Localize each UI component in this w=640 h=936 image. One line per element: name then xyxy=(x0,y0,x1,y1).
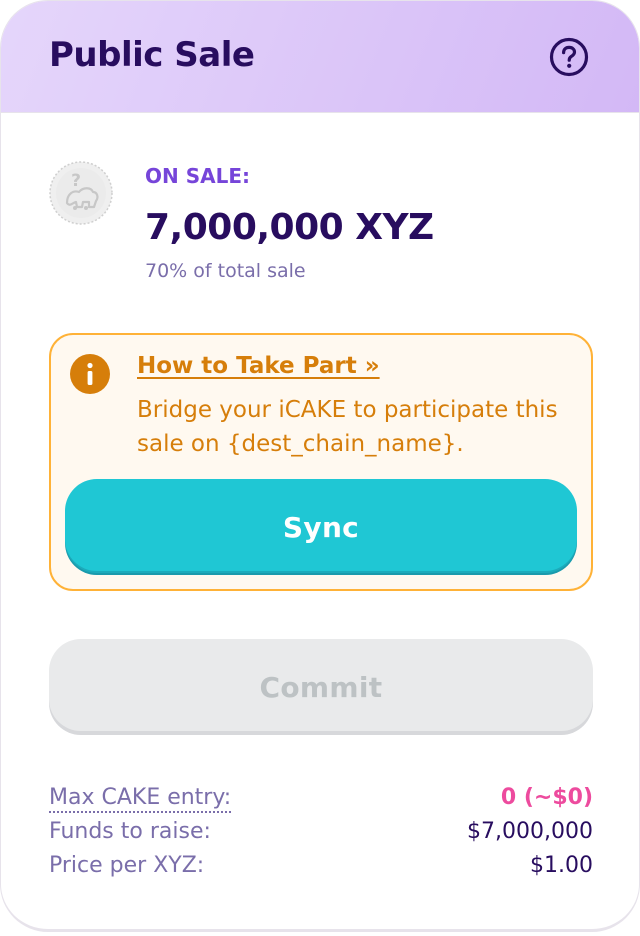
max-cake-entry-label[interactable]: Max CAKE entry: xyxy=(49,785,232,813)
price-per-token-label: Price per XYZ: xyxy=(49,853,205,878)
price-per-token-value: $1.00 xyxy=(530,853,593,878)
page-title: Public Sale xyxy=(49,35,255,75)
stat-row-funds: Funds to raise: $7,000,000 xyxy=(49,819,593,851)
bridge-message: Bridge your iCAKE to participate this sa… xyxy=(137,397,558,457)
public-sale-card: Public Sale ? ON SALE: 7,000,000 XYZ 70%… xyxy=(0,0,640,932)
info-icon xyxy=(70,354,110,394)
how-to-take-part-box: How to Take Part » Bridge your iCAKE to … xyxy=(49,333,593,591)
question-circle-icon[interactable] xyxy=(549,37,589,77)
sync-button[interactable]: Sync xyxy=(65,479,577,575)
unknown-token-icon: ? xyxy=(49,161,113,225)
stat-row-price: Price per XYZ: $1.00 xyxy=(49,853,593,885)
sale-amount: 7,000,000 XYZ xyxy=(145,207,434,248)
max-cake-entry-value: 0 (~$0) xyxy=(500,785,593,810)
how-to-take-part-link[interactable]: How to Take Part » xyxy=(137,353,380,379)
svg-text:?: ? xyxy=(71,171,81,191)
commit-button[interactable]: Commit xyxy=(49,639,593,735)
funds-to-raise-label: Funds to raise: xyxy=(49,819,211,844)
on-sale-label: ON SALE: xyxy=(145,164,250,188)
card-header: Public Sale xyxy=(1,1,639,113)
stat-row-max-entry: Max CAKE entry: 0 (~$0) xyxy=(49,785,593,817)
funds-to-raise-value: $7,000,000 xyxy=(467,819,593,844)
sale-percent: 70% of total sale xyxy=(145,260,306,282)
